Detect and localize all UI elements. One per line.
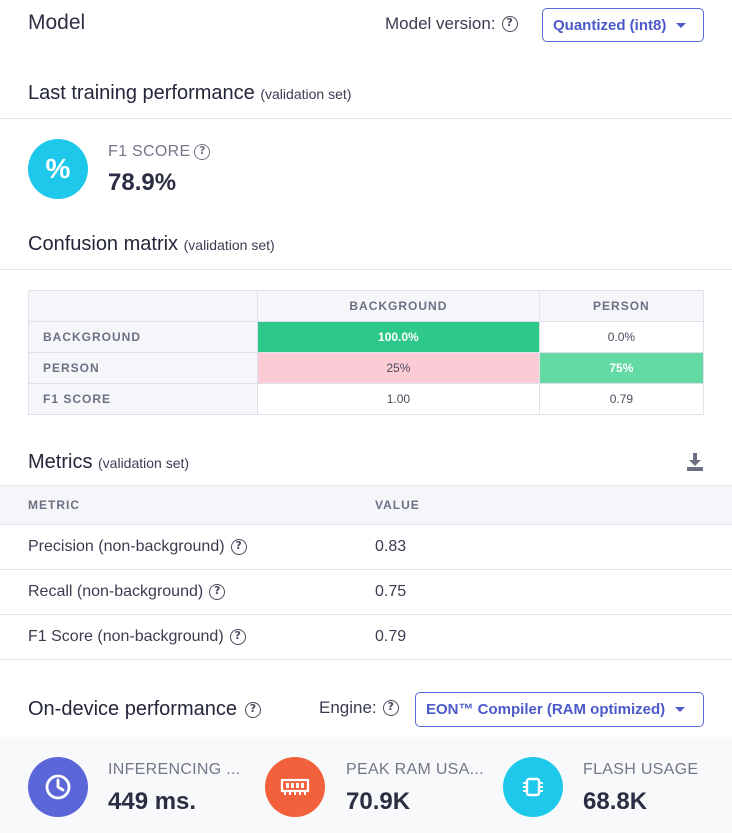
row-header: F1 SCORE: [28, 383, 258, 415]
peak-ram-value: 70.9K: [346, 788, 411, 815]
help-icon[interactable]: ?: [382, 700, 399, 716]
help-icon[interactable]: ?: [209, 584, 226, 600]
confusion-title: Confusion matrix: [28, 233, 179, 255]
help-icon[interactable]: ?: [244, 701, 261, 718]
training-title: Last training performance: [28, 82, 255, 104]
confusion-matrix: BACKGROUND PERSON BACKGROUND 100.0% 0.0%…: [28, 290, 705, 415]
flash-usage-label: FLASH USAGE: [583, 761, 699, 778]
divider: [0, 118, 732, 119]
training-subtitle: (validation set): [260, 86, 352, 102]
download-icon[interactable]: [686, 452, 704, 472]
confusion-row: PERSON 25% 75%: [28, 352, 705, 384]
divider: [0, 269, 732, 270]
metric-name-text: F1 Score (non-background): [28, 628, 224, 645]
model-version-text: Model version:: [385, 14, 496, 33]
inferencing-value: 449 ms.: [108, 788, 197, 815]
confusion-section-title: Confusion matrix (validation set): [28, 233, 275, 256]
metrics-table-header: METRIC VALUE: [0, 485, 732, 525]
metric-name-text: Recall (non-background): [28, 583, 204, 600]
confusion-subtitle: (validation set): [183, 237, 275, 253]
row-header: PERSON: [28, 352, 258, 384]
model-version-label: Model version: ?: [385, 14, 518, 34]
metrics-title: Metrics: [28, 451, 93, 473]
peak-ram-label: PEAK RAM USA...: [346, 761, 484, 778]
engine-label: Engine: ?: [319, 698, 399, 718]
matrix-cell: 75%: [538, 352, 705, 384]
training-section-title: Last training performance (validation se…: [28, 82, 351, 105]
inferencing-label: INFERENCING ...: [108, 761, 241, 778]
model-version-select[interactable]: Quantized (int8): [542, 8, 704, 42]
metric-value: 0.83: [375, 538, 407, 555]
help-icon[interactable]: ?: [230, 539, 247, 555]
model-version-value: Quantized (int8): [553, 16, 667, 34]
confusion-header-row: BACKGROUND PERSON: [28, 290, 705, 322]
engine-select[interactable]: EON™ Compiler (RAM optimized): [415, 692, 704, 727]
metrics-row: F1 Score (non-background) ? 0.79: [0, 615, 732, 660]
help-icon[interactable]: ?: [194, 144, 211, 160]
f1-score-label: F1 SCORE ?: [108, 143, 211, 161]
confusion-row: F1 SCORE 1.00 0.79: [28, 383, 705, 415]
column-header: PERSON: [538, 290, 705, 322]
metric-name: Precision (non-background) ?: [28, 538, 247, 556]
metric-name-text: Precision (non-background): [28, 538, 225, 555]
metric-name: Recall (non-background) ?: [28, 583, 226, 601]
device-kpi-band: [0, 737, 732, 833]
column-header: BACKGROUND: [257, 290, 540, 322]
page-title: Model: [28, 11, 86, 34]
engine-label-text: Engine:: [319, 698, 377, 717]
metric-column-header: METRIC: [28, 498, 80, 512]
help-icon[interactable]: ?: [229, 629, 246, 645]
f1-score-label-text: F1 SCORE: [108, 143, 191, 160]
help-icon[interactable]: ?: [501, 16, 518, 32]
f1-score-value: 78.9%: [108, 169, 177, 196]
ram-icon: [265, 757, 325, 817]
value-column-header: VALUE: [375, 498, 420, 512]
device-title: On-device performance: [28, 698, 237, 720]
device-section-title: On-device performance ?: [28, 698, 261, 721]
metric-value: 0.79: [375, 628, 407, 645]
metrics-row: Precision (non-background) ? 0.83: [0, 525, 732, 570]
metrics-row: Recall (non-background) ? 0.75: [0, 570, 732, 615]
clock-icon: [28, 757, 88, 817]
confusion-row: BACKGROUND 100.0% 0.0%: [28, 321, 705, 353]
percent-glyph: %: [45, 153, 71, 184]
matrix-cell: 100.0%: [257, 321, 540, 353]
row-header: BACKGROUND: [28, 321, 258, 353]
matrix-cell: 0.0%: [538, 321, 705, 353]
chevron-down-icon: [675, 707, 686, 712]
engine-value: EON™ Compiler (RAM optimized): [426, 701, 666, 718]
matrix-cell: 1.00: [257, 383, 540, 415]
metrics-subtitle: (validation set): [98, 455, 190, 471]
chevron-down-icon: [676, 22, 687, 28]
flash-usage-value: 68.8K: [583, 788, 648, 815]
metric-value: 0.75: [375, 583, 407, 600]
matrix-cell: 25%: [257, 352, 540, 384]
percent-icon: %: [28, 139, 88, 199]
matrix-cell: 0.79: [538, 383, 705, 415]
metric-name: F1 Score (non-background) ?: [28, 628, 246, 646]
confusion-corner: [28, 290, 258, 322]
metrics-section-title: Metrics (validation set): [28, 451, 189, 474]
chip-icon: [503, 757, 563, 817]
